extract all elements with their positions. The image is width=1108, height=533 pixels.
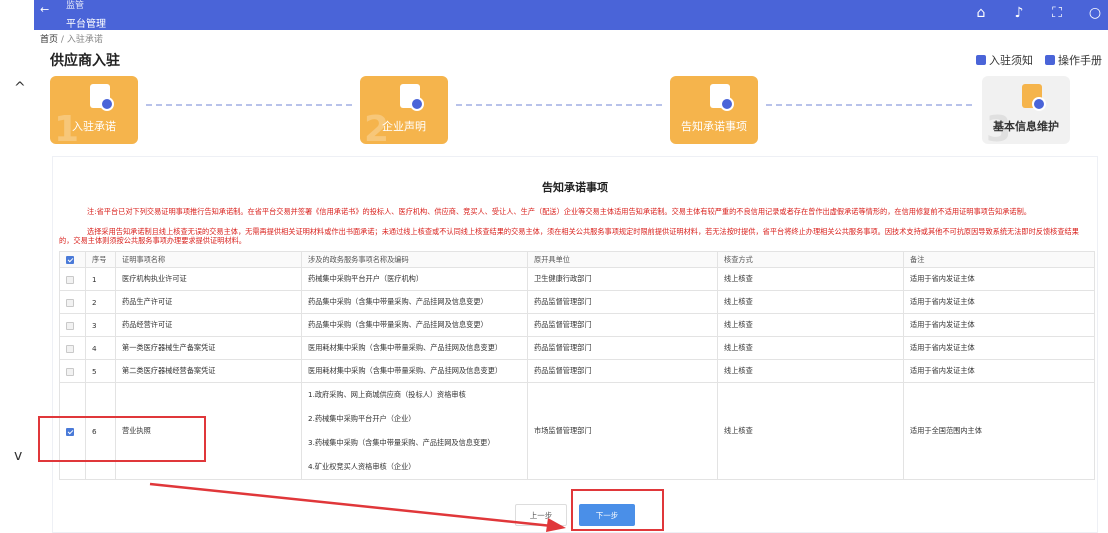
annotation-arrow-line — [149, 482, 553, 528]
annotation-arrow — [149, 482, 566, 532]
annotation-arrow-head — [546, 518, 566, 532]
